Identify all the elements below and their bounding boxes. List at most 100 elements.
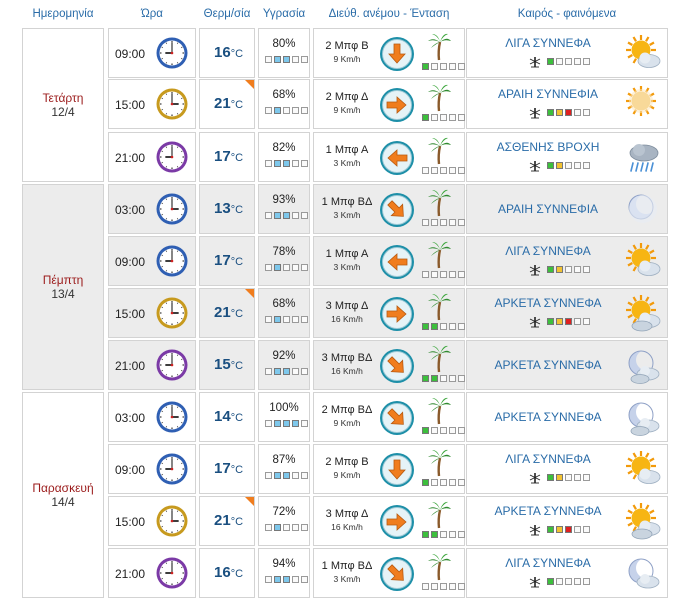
humidity-value: 72%: [272, 506, 296, 518]
mosquito-icon: [529, 57, 541, 68]
humidity-cell: 87%: [258, 444, 310, 494]
humidity-bar: [265, 368, 308, 375]
level-box: [292, 576, 299, 583]
level-box: [283, 420, 290, 427]
level-box: [422, 219, 429, 226]
level-box: [274, 56, 281, 63]
day-date: 14/4: [51, 495, 75, 509]
wind-direction-icon: [380, 88, 414, 122]
wind-speed: 3 Km/h: [333, 158, 361, 168]
level-box: [301, 576, 308, 583]
wind-speed: 9 Km/h: [333, 54, 361, 64]
level-box: [431, 219, 438, 226]
weather-cell: ΑΣΘΕΝΗΣ ΒΡΟΧΗ: [466, 132, 668, 182]
wind-text: 1 Μπφ Α 3 Km/h: [316, 247, 378, 273]
sun-cloud-icon: [626, 35, 661, 68]
level-box: [292, 212, 299, 219]
wind-speed: 3 Km/h: [333, 210, 361, 220]
level-box: [583, 266, 590, 273]
level-box: [565, 474, 572, 481]
wind-speed: 16 Km/h: [331, 366, 363, 376]
level-box: [292, 524, 299, 531]
temp-cell: 17°C: [199, 132, 255, 182]
mosquito-icon: [529, 577, 541, 588]
temperature-unit: °C: [230, 568, 244, 580]
level-box: [547, 58, 554, 65]
moon-cloud-icon: [628, 558, 660, 589]
level-box: [274, 264, 281, 271]
forecast-time: 09:00: [115, 255, 146, 269]
mosquito-level-bar: [547, 266, 590, 273]
clock-icon: [156, 453, 188, 485]
level-box: [431, 323, 438, 330]
palm-tree-icon: [428, 189, 451, 217]
wind-strength-bar: [422, 219, 465, 226]
time-cell: 15:00: [108, 496, 196, 546]
temp-cell: 21°C: [199, 79, 255, 129]
mosquito-level-bar: [547, 318, 590, 325]
weather-description: ΛΙΓΑ ΣΥΝΝΕΦΑ: [505, 556, 591, 570]
level-box: [301, 368, 308, 375]
forecast-time: 15:00: [115, 307, 146, 321]
wind-strength-bar: [422, 583, 465, 590]
wind-text: 2 Μπφ Δ 9 Km/h: [316, 90, 378, 116]
wind-speed: 9 Km/h: [333, 105, 361, 115]
temp-cell: 16°C: [199, 28, 255, 78]
time-cell: 21:00: [108, 340, 196, 390]
temperature-value: 17°C: [214, 252, 243, 269]
humidity-cell: 68%: [258, 79, 310, 129]
level-box: [440, 323, 447, 330]
wind-strength-bar: [422, 63, 465, 70]
humidity-cell: 72%: [258, 496, 310, 546]
clock-icon: [156, 193, 188, 225]
palm-tree-icon: [428, 553, 451, 581]
time-cell: 03:00: [108, 184, 196, 234]
sun-clouds-icon: [626, 503, 661, 540]
wind-strength-bar: [422, 114, 465, 121]
level-box: [556, 318, 563, 325]
wind-text: 2 Μπφ ΒΔ 9 Km/h: [316, 403, 378, 429]
level-box: [431, 271, 438, 278]
forecast-time: 09:00: [115, 47, 146, 61]
header-date: Ημερομηνία: [32, 8, 94, 20]
level-box: [458, 167, 465, 174]
wind-direction-icon: [380, 401, 414, 435]
clock-icon: [156, 37, 188, 69]
wind-force: 2 Μπφ Β: [325, 40, 369, 52]
temp-cell: 21°C: [199, 288, 255, 338]
wind-text: 3 Μπφ Δ 16 Km/h: [316, 507, 378, 533]
weather-description: ΑΡΚΕΤΑ ΣΥΝΝΕΦΑ: [494, 410, 602, 424]
level-box: [431, 114, 438, 121]
palm-tree-icon: [428, 137, 451, 165]
level-box: [449, 531, 456, 538]
weather-cell: ΑΡΑΙΗ ΣΥΝΝΕΦΙΑ: [466, 79, 668, 129]
level-box: [556, 526, 563, 533]
level-box: [265, 368, 272, 375]
day-cell: Τετάρτη 12/4: [22, 28, 104, 182]
wind-strength-bar: [422, 271, 465, 278]
level-box: [565, 58, 572, 65]
level-box: [301, 472, 308, 479]
temperature-unit: °C: [230, 256, 244, 268]
wind-force: 1 Μπφ Α: [325, 144, 369, 156]
mosquito-level-bar: [547, 578, 590, 585]
level-box: [283, 160, 290, 167]
wind-cell: 1 Μπφ Α 3 Km/h: [313, 132, 465, 182]
temperature-number: 21: [214, 304, 231, 321]
weather-description: ΑΡΚΕΤΑ ΣΥΝΝΕΦΑ: [494, 358, 602, 372]
palm-tree-icon: [428, 293, 451, 321]
clock-icon: [156, 297, 188, 329]
level-box: [565, 109, 572, 116]
clock-icon: [156, 88, 188, 120]
wind-force: 1 Μπφ ΒΔ: [321, 196, 373, 208]
palm-tree-icon: [428, 84, 451, 112]
sun-clouds-icon: [626, 295, 661, 332]
level-box: [565, 318, 572, 325]
level-box: [292, 264, 299, 271]
temperature-value: 21°C: [214, 512, 243, 529]
wind-cell: 1 Μπφ ΒΔ 3 Km/h: [313, 184, 465, 234]
level-box: [574, 162, 581, 169]
day-cell: Πέμπτη 13/4: [22, 184, 104, 390]
day-cell: Παρασκευή 14/4: [22, 392, 104, 598]
weather-description: ΛΙΓΑ ΣΥΝΝΕΦΑ: [505, 36, 591, 50]
